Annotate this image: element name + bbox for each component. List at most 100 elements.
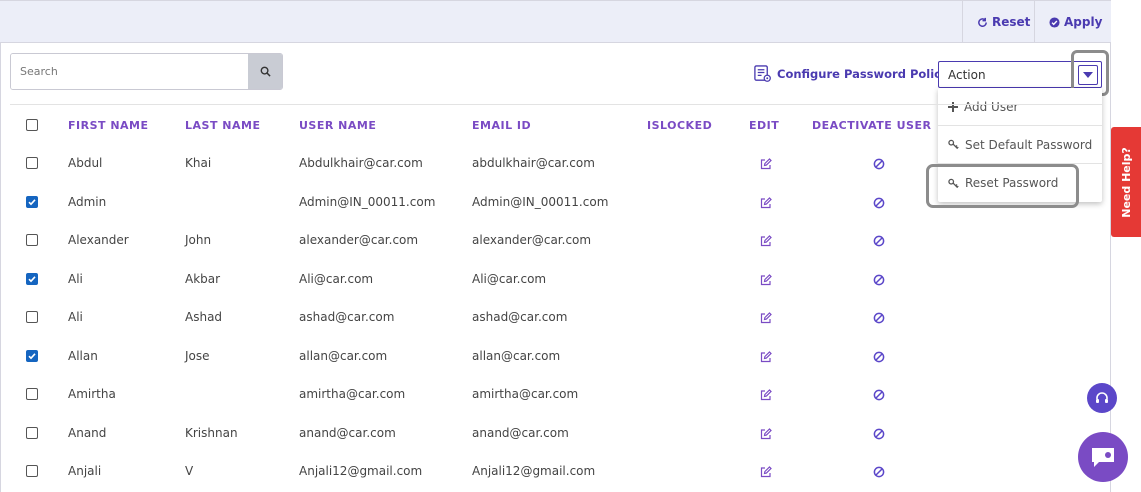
cell-email-id: amirtha@car.com: [472, 387, 579, 401]
apply-label: Apply: [1064, 15, 1103, 29]
edit-icon[interactable]: [760, 271, 772, 290]
row-checkbox[interactable]: [26, 195, 38, 208]
policy-document-icon: [754, 65, 771, 82]
row-checkbox[interactable]: [26, 465, 38, 477]
cell-email-id: Admin@IN_00011.com: [472, 194, 609, 209]
cell-first-name: Admin: [68, 194, 107, 209]
reset-button[interactable]: Reset: [962, 1, 1044, 43]
edit-icon[interactable]: [760, 232, 772, 251]
col-islocked[interactable]: ISLOCKED: [647, 119, 712, 132]
cell-user-name: Ali@car.com: [299, 271, 374, 286]
table-row: Allan Jose allan@car.com allan@car.com: [10, 337, 1102, 375]
edit-icon[interactable]: [760, 309, 772, 328]
headset-icon: [1096, 392, 1108, 403]
table-header: FIRST NAME LAST NAME USER NAME EMAIL ID …: [10, 104, 1102, 144]
cell-last-name: Khai: [185, 156, 212, 170]
search-box: [10, 53, 283, 90]
cell-email-id: Ali@car.com: [472, 271, 547, 286]
deactivate-icon[interactable]: [873, 309, 885, 328]
chat-button[interactable]: [1078, 432, 1128, 482]
cell-user-name: alexander@car.com: [299, 233, 419, 247]
search-icon: [260, 66, 271, 77]
table-row: Alexander John alexander@car.com alexander@…: [10, 221, 1102, 259]
cell-first-name: Anand: [68, 425, 107, 440]
row-checkbox[interactable]: [26, 388, 38, 400]
cell-first-name: Amirtha: [68, 387, 116, 401]
cell-email-id: ashad@car.com: [472, 310, 568, 324]
cell-email-id: anand@car.com: [472, 425, 569, 440]
apply-button[interactable]: Apply: [1034, 1, 1116, 43]
need-help-tab[interactable]: Need Help?: [1111, 127, 1141, 237]
cell-first-name: Ali: [68, 271, 83, 286]
need-help-label: Need Help?: [1119, 146, 1133, 218]
checkmark-icon: [28, 275, 36, 282]
cell-last-name: Jose: [185, 348, 210, 363]
select-all-checkbox[interactable]: [26, 119, 38, 131]
cell-email-id: alexander@car.com: [472, 233, 592, 247]
deactivate-icon[interactable]: [873, 271, 885, 290]
cell-user-name: amirtha@car.com: [299, 387, 406, 401]
cell-first-name: Abdul: [68, 156, 103, 170]
deactivate-icon[interactable]: [873, 463, 885, 482]
col-first-name[interactable]: FIRST NAME: [68, 119, 149, 132]
cell-email-id: abdulkhair@car.com: [472, 156, 595, 170]
cell-first-name: Ali: [68, 310, 83, 324]
edit-icon[interactable]: [760, 194, 772, 213]
cell-first-name: Allan: [68, 348, 98, 363]
edit-icon[interactable]: [760, 155, 772, 174]
cell-last-name: Akbar: [185, 271, 221, 286]
top-toolbar: Reset Apply: [0, 0, 1111, 43]
configure-password-policy-link[interactable]: Configure Password Policy: [753, 64, 948, 83]
col-deactivate-user: DEACTIVATE USER: [812, 119, 932, 132]
cell-user-name: Admin@IN_00011.com: [299, 194, 436, 209]
refresh-icon: [978, 17, 987, 27]
support-headset-button[interactable]: [1087, 383, 1117, 413]
cell-email-id: allan@car.com: [472, 348, 561, 363]
deactivate-icon[interactable]: [873, 194, 885, 213]
row-checkbox[interactable]: [26, 272, 38, 285]
row-checkbox[interactable]: [26, 311, 38, 323]
checkmark-icon: [28, 198, 36, 205]
row-checkbox[interactable]: [26, 157, 38, 169]
check-circle-icon: [1049, 16, 1060, 28]
table-row: Anand Krishnan anand@car.com anand@car.com: [10, 414, 1102, 452]
row-checkbox[interactable]: [26, 349, 38, 362]
cell-last-name: V: [185, 464, 194, 478]
edit-icon[interactable]: [760, 425, 772, 444]
col-user-name[interactable]: USER NAME: [299, 119, 376, 132]
cell-user-name: ashad@car.com: [299, 310, 395, 324]
table-row: Anjali V Anjali12@gmail.com Anjali12@gmail.…: [10, 452, 1102, 490]
col-edit: EDIT: [749, 119, 780, 132]
action-selected-value: Action: [948, 68, 986, 82]
deactivate-icon[interactable]: [873, 155, 885, 174]
deactivate-icon[interactable]: [873, 425, 885, 444]
edit-icon[interactable]: [760, 386, 772, 405]
cell-user-name: anand@car.com: [299, 425, 396, 440]
chat-icon: [1092, 448, 1114, 467]
table-row: Ali Ashad ashad@car.com ashad@car.com: [10, 298, 1102, 336]
search-input[interactable]: [11, 54, 249, 89]
cell-user-name: allan@car.com: [299, 348, 388, 363]
table-row: Admin Admin@IN_00011.com Admin@IN_00011.co…: [10, 183, 1102, 221]
table-row: Ali Akbar Ali@car.com Ali@car.com: [10, 260, 1102, 298]
row-checkbox[interactable]: [26, 426, 38, 439]
deactivate-icon[interactable]: [873, 232, 885, 251]
reset-label: Reset: [992, 15, 1031, 29]
deactivate-icon[interactable]: [873, 348, 885, 367]
row-checkbox[interactable]: [26, 234, 38, 246]
checkmark-icon: [28, 352, 36, 359]
cell-last-name: John: [185, 233, 212, 247]
deactivate-icon[interactable]: [873, 386, 885, 405]
cell-user-name: Abdulkhair@car.com: [299, 156, 423, 170]
cell-user-name: Anjali12@gmail.com: [299, 464, 423, 478]
edit-icon[interactable]: [760, 348, 772, 367]
policy-link-label: Configure Password Policy: [777, 66, 949, 81]
cell-last-name: Krishnan: [185, 425, 238, 440]
edit-icon[interactable]: [760, 463, 772, 482]
col-last-name[interactable]: LAST NAME: [185, 119, 260, 132]
search-button[interactable]: [248, 54, 282, 89]
table-row: Abdul Khai Abdulkhair@car.com abdulkhair@ca…: [10, 144, 1102, 182]
cell-last-name: Ashad: [185, 310, 223, 324]
cell-first-name: Alexander: [68, 233, 129, 247]
col-email-id[interactable]: EMAIL ID: [472, 119, 531, 132]
